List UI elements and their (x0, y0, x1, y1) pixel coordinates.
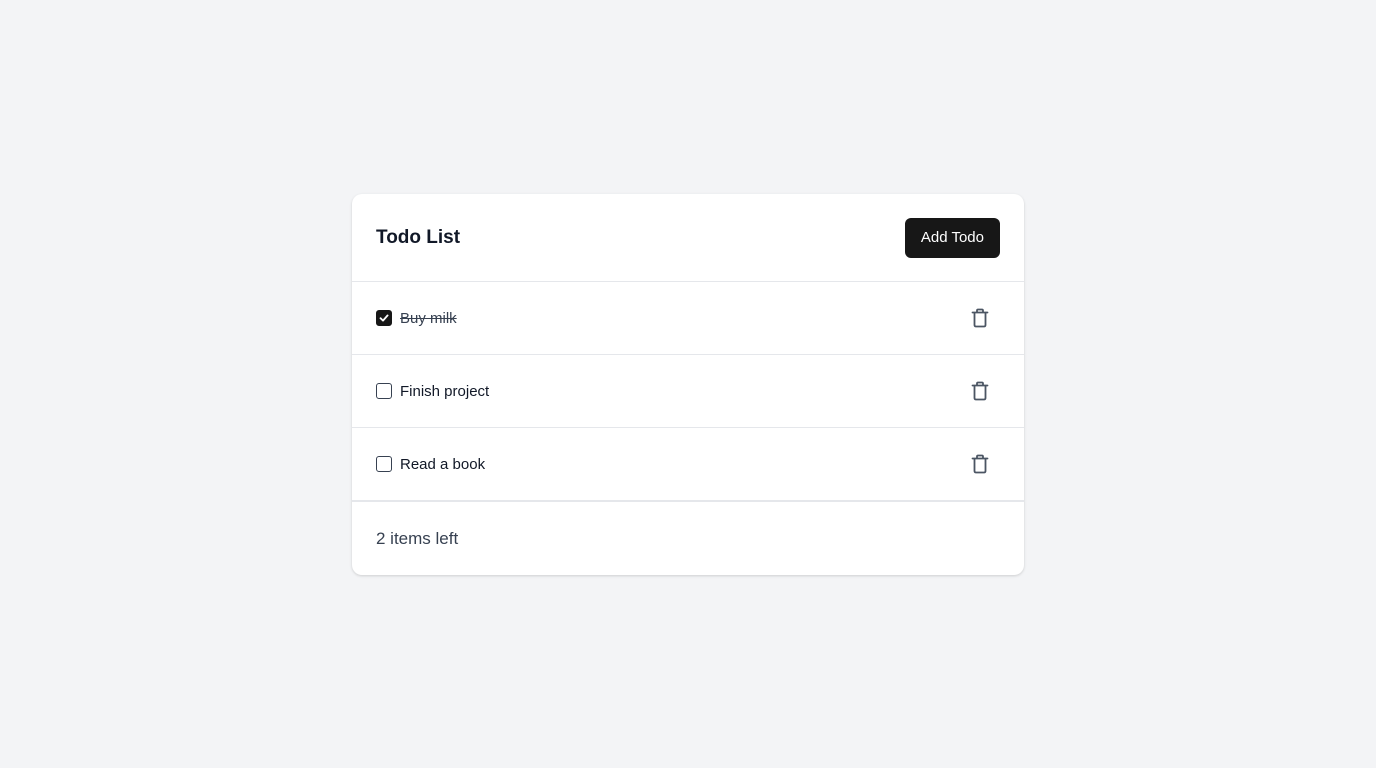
card-header: Todo List Add Todo (352, 194, 1024, 282)
card-footer: 2 items left (352, 502, 1024, 575)
todo-card: Todo List Add Todo Buy milk Finish proje… (352, 194, 1024, 575)
add-todo-button[interactable]: Add Todo (904, 217, 1000, 258)
todo-text: Finish project (400, 382, 490, 400)
todo-text: Buy milk (400, 309, 457, 327)
todo-checkbox[interactable] (376, 310, 392, 326)
todo-item: Read a book (352, 428, 1024, 502)
trash-icon (971, 308, 989, 328)
todo-checkbox[interactable] (376, 456, 392, 472)
check-icon (379, 314, 389, 322)
trash-icon (971, 454, 989, 474)
trash-icon (971, 381, 989, 401)
todo-list: Buy milk Finish project Read a book (352, 282, 1024, 502)
todo-item: Finish project (352, 355, 1024, 428)
todo-checkbox[interactable] (376, 383, 392, 399)
items-left-count: 2 items left (376, 528, 459, 548)
delete-todo-button[interactable] (964, 375, 996, 407)
page-title: Todo List (376, 226, 461, 248)
delete-todo-button[interactable] (964, 302, 996, 334)
todo-item: Buy milk (352, 282, 1024, 355)
delete-todo-button[interactable] (964, 448, 996, 480)
todo-text: Read a book (400, 455, 486, 473)
